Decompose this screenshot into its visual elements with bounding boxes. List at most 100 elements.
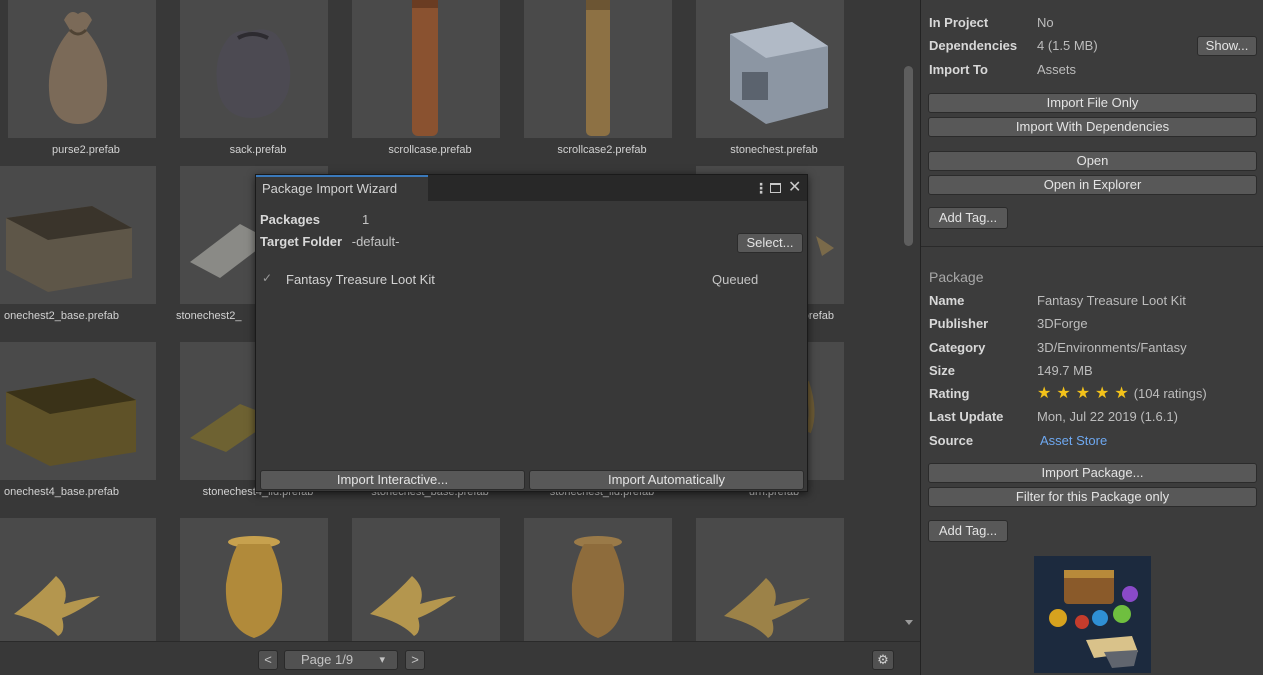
- page-label: Page 1/9: [301, 652, 354, 667]
- divider: [921, 246, 1263, 247]
- import-interactive-button[interactable]: Import Interactive...: [260, 470, 525, 490]
- packages-label: Packages: [260, 212, 320, 227]
- select-folder-button[interactable]: Select...: [737, 233, 803, 253]
- gear-icon[interactable]: ⚙: [872, 650, 894, 670]
- import-to-label: Import To: [929, 62, 988, 77]
- asset-thumbnail: [524, 0, 672, 138]
- asset-tile[interactable]: [688, 518, 860, 641]
- show-dependencies-button[interactable]: Show...: [1197, 36, 1257, 56]
- asset-tile[interactable]: [0, 518, 172, 641]
- import-package-button[interactable]: Import Package...: [928, 463, 1257, 483]
- next-page-button[interactable]: >: [405, 650, 425, 670]
- rating-count: (104 ratings): [1133, 386, 1207, 401]
- package-thumbnail: [1034, 556, 1151, 673]
- asset-thumbnail: [8, 0, 156, 138]
- asset-thumbnail: [352, 0, 500, 138]
- scrollbar-thumb[interactable]: [904, 66, 913, 246]
- rating-value: ★ ★ ★ ★ ★ (104 ratings): [1037, 383, 1207, 405]
- grid-scrollbar[interactable]: [900, 0, 920, 641]
- asset-thumbnail: [352, 518, 500, 641]
- asset-label: onechest4_base.prefab: [4, 486, 119, 498]
- dropdown-arrow-icon: ▾: [379, 654, 385, 666]
- asset-tile[interactable]: stonechest.prefab: [688, 0, 860, 170]
- asset-label: purse2.prefab: [52, 144, 120, 156]
- asset-tile[interactable]: sack.prefab: [172, 0, 344, 170]
- publisher-row: Publisher 3DForge: [929, 313, 1088, 335]
- previous-page-button[interactable]: <: [258, 650, 278, 670]
- open-in-explorer-button[interactable]: Open in Explorer: [928, 175, 1257, 195]
- category-row: Category 3D/Environments/Fantasy: [929, 337, 1187, 359]
- scroll-down-arrow-icon[interactable]: [905, 620, 913, 625]
- publisher-value: 3DForge: [1037, 316, 1088, 331]
- import-with-dependencies-button[interactable]: Import With Dependencies: [928, 117, 1257, 137]
- asset-label: scrollcase2.prefab: [557, 144, 647, 156]
- target-folder-row: Target Folder -default-: [260, 231, 399, 253]
- asset-tile[interactable]: [516, 518, 688, 641]
- asset-store-link[interactable]: Asset Store: [1040, 430, 1107, 452]
- asset-label: scrollcase.prefab: [388, 144, 472, 156]
- size-label: Size: [929, 363, 956, 378]
- name-value: Fantasy Treasure Loot Kit: [1037, 293, 1186, 308]
- asset-tile[interactable]: onechest4_base.prefab: [0, 342, 172, 512]
- asset-thumbnail: [180, 0, 328, 138]
- target-folder-label: Target Folder: [260, 234, 343, 249]
- size-row: Size 149.7 MB: [929, 360, 1093, 382]
- maximize-icon[interactable]: [770, 183, 781, 193]
- page-dropdown[interactable]: Page 1/9 ▾: [284, 650, 398, 670]
- package-details-panel: In Project No Dependencies 4 (1.5 MB) Sh…: [920, 0, 1263, 675]
- asset-label: onechest2_base.prefab: [4, 310, 119, 322]
- more-options-icon[interactable]: ⋮: [754, 178, 768, 198]
- close-icon[interactable]: ✕: [788, 178, 801, 198]
- last-update-label: Last Update: [929, 409, 1004, 424]
- open-button[interactable]: Open: [928, 151, 1257, 171]
- asset-tile[interactable]: scrollcase.prefab: [344, 0, 516, 170]
- asset-thumbnail: [180, 518, 328, 641]
- star-icon: ★: [1075, 385, 1091, 402]
- packages-row: Packages 1: [260, 209, 369, 231]
- import-automatically-button[interactable]: Import Automatically: [529, 470, 804, 490]
- package-section-header: Package: [929, 269, 984, 285]
- rating-row: Rating ★ ★ ★ ★ ★ (104 ratings): [929, 383, 1207, 405]
- name-label: Name: [929, 293, 965, 308]
- asset-tile[interactable]: [172, 518, 344, 641]
- asset-thumbnail: [0, 342, 156, 480]
- asset-tile[interactable]: [344, 518, 516, 641]
- in-project-label: In Project: [929, 15, 989, 30]
- asset-thumbnail: [696, 0, 844, 138]
- filter-package-button[interactable]: Filter for this Package only: [928, 487, 1257, 507]
- add-tag-button[interactable]: Add Tag...: [928, 207, 1008, 229]
- category-label: Category: [929, 340, 986, 355]
- asset-thumbnail: [524, 518, 672, 641]
- package-checkbox[interactable]: ✓: [262, 271, 276, 285]
- package-item-name: Fantasy Treasure Loot Kit: [286, 272, 435, 287]
- import-file-only-button[interactable]: Import File Only: [928, 93, 1257, 113]
- dependencies-label: Dependencies: [929, 38, 1018, 53]
- star-icon: ★: [1037, 385, 1052, 402]
- dialog-title-tab[interactable]: Package Import Wizard: [256, 175, 428, 201]
- add-tag-button[interactable]: Add Tag...: [928, 520, 1008, 542]
- dialog-header: Package Import Wizard ⋮ ✕: [256, 175, 807, 201]
- import-to-value: Assets: [1037, 62, 1077, 77]
- package-import-wizard-dialog: Package Import Wizard ⋮ ✕ Packages 1 Tar…: [255, 174, 808, 492]
- source-label: Source: [929, 433, 974, 448]
- last-update-row: Last Update Mon, Jul 22 2019 (1.6.1): [929, 406, 1178, 428]
- rating-label: Rating: [929, 386, 970, 401]
- dependencies-row: Dependencies 4 (1.5 MB): [929, 35, 1098, 57]
- rating-stars: ★ ★ ★ ★ ★: [1037, 385, 1134, 402]
- asset-thumbnail: [696, 518, 844, 641]
- import-to-row: Import To Assets: [929, 59, 1076, 81]
- asset-thumbnail: [0, 518, 156, 641]
- last-update-value: Mon, Jul 22 2019 (1.6.1): [1037, 409, 1178, 424]
- package-item-status: Queued: [712, 272, 759, 287]
- pagination-bar: < Page 1/9 ▾ > ⚙: [0, 641, 920, 675]
- asset-tile[interactable]: scrollcase2.prefab: [516, 0, 688, 170]
- target-folder-value: -default-: [351, 234, 400, 249]
- asset-label: sack.prefab: [229, 144, 287, 156]
- star-icon: ★: [1114, 385, 1129, 402]
- name-row: Name Fantasy Treasure Loot Kit: [929, 290, 1186, 312]
- star-icon: ★: [1095, 385, 1110, 402]
- size-value: 149.7 MB: [1037, 363, 1093, 378]
- source-row: Source Asset Store: [929, 430, 1107, 452]
- asset-tile[interactable]: purse2.prefab: [0, 0, 172, 170]
- asset-tile[interactable]: onechest2_base.prefab: [0, 166, 172, 336]
